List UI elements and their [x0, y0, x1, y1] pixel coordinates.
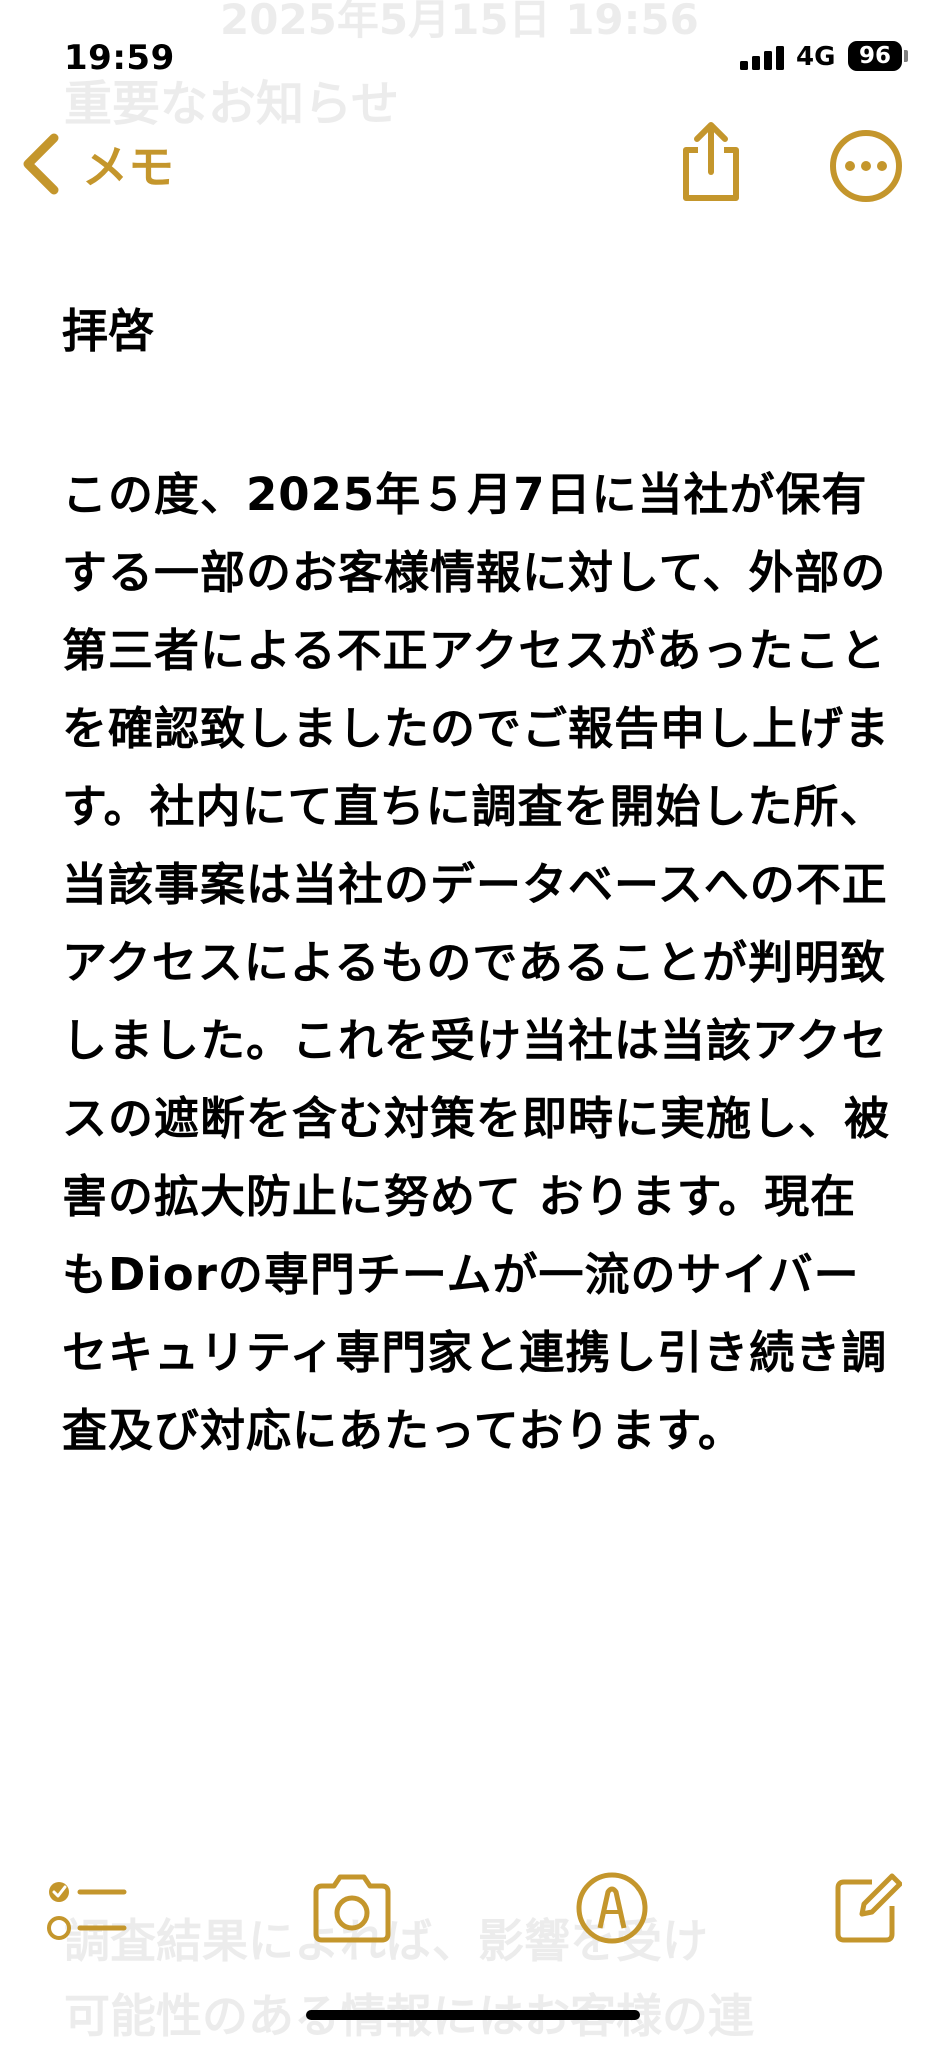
- status-time: 19:59: [64, 38, 175, 78]
- chevron-left-icon: [23, 133, 59, 195]
- checklist-button[interactable]: [46, 1874, 128, 1950]
- back-button[interactable]: メモ: [20, 126, 174, 202]
- home-indicator: [306, 2010, 640, 2020]
- bottom-toolbar: [0, 1860, 946, 1960]
- share-icon: [683, 122, 739, 201]
- checklist-icon: [47, 1882, 127, 1940]
- cellular-signal-icon: [740, 46, 786, 70]
- battery-icon: 96: [848, 41, 902, 71]
- markup-button[interactable]: [574, 1870, 650, 1950]
- battery-level: 96: [858, 43, 891, 69]
- nav-bar: メモ: [0, 120, 946, 210]
- battery-tip: [904, 50, 908, 62]
- more-button[interactable]: [828, 128, 904, 204]
- network-type: 4G: [796, 42, 836, 72]
- share-button[interactable]: [676, 120, 746, 204]
- camera-button[interactable]: [310, 1870, 394, 1950]
- camera-icon: [313, 1874, 391, 1943]
- markup-pen-icon: [576, 1872, 648, 1944]
- compose-icon: [835, 1873, 903, 1943]
- compose-button[interactable]: [832, 1864, 903, 1948]
- back-label: メモ: [82, 140, 174, 194]
- note-salutation: 拝啓: [62, 304, 154, 358]
- status-bar: 19:59 4G 96: [0, 36, 946, 80]
- note-content[interactable]: 拝啓 この度、2025年５月7日に当社が保有する一部のお客様情報に対して、外部の…: [62, 290, 892, 1470]
- note-body: この度、2025年５月7日に当社が保有する一部のお客様情報に対して、外部の第三者…: [62, 468, 891, 1457]
- ellipsis-circle-icon: [830, 130, 902, 202]
